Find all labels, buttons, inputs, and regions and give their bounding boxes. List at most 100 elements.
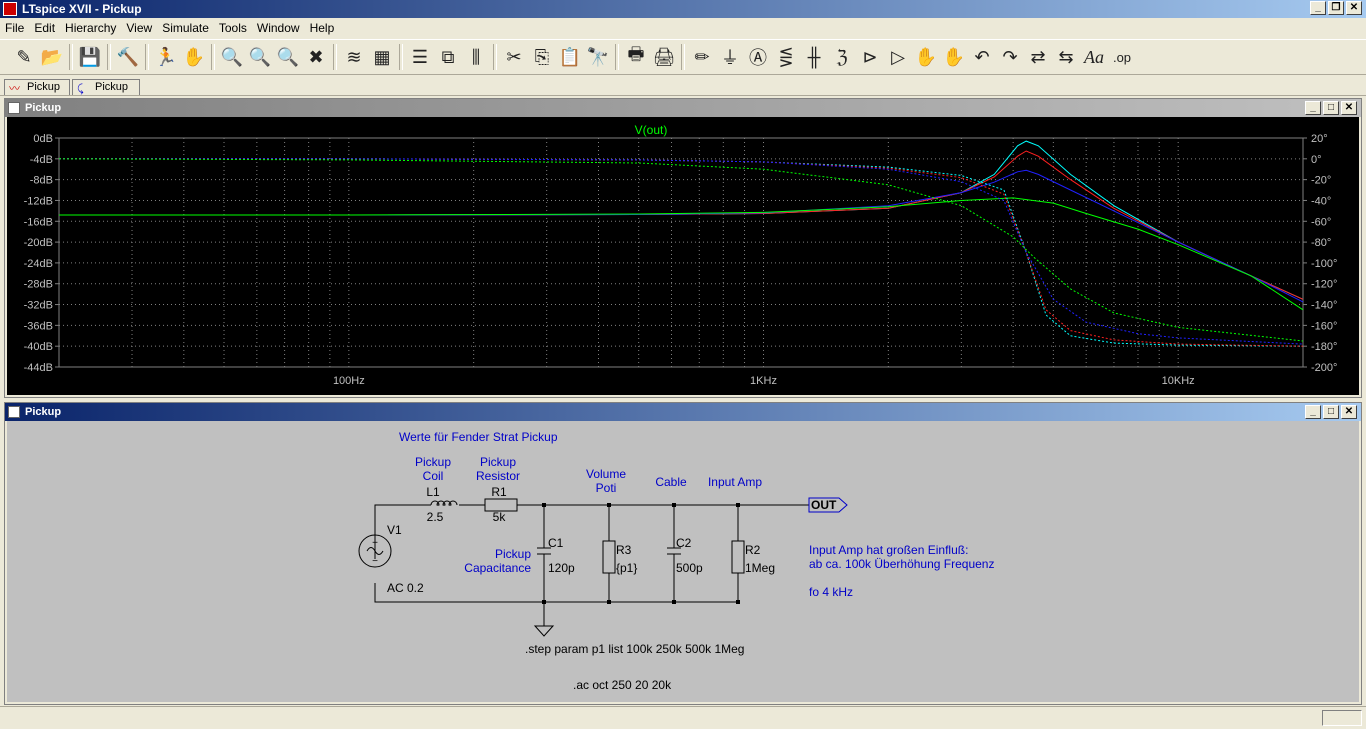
save-icon[interactable]: 💾 — [76, 43, 104, 71]
r1-value[interactable]: 5k — [493, 510, 507, 524]
cascade-icon[interactable]: ⧉ — [434, 43, 462, 71]
note-line-2[interactable]: ab ca. 100k Überhöhung Frequenz — [809, 557, 994, 571]
c1-value[interactable]: 120p — [548, 561, 575, 575]
resistor-r2-icon[interactable] — [731, 540, 745, 574]
inductor-l1-icon[interactable] — [430, 500, 458, 506]
phase-trace-4 — [59, 158, 1304, 347]
resistor-r3-icon[interactable] — [602, 540, 616, 574]
l1-name[interactable]: L1 — [426, 485, 440, 499]
schematic-maximize-button[interactable]: □ — [1323, 405, 1339, 419]
r3-name[interactable]: R3 — [616, 543, 632, 557]
undo-icon[interactable]: ↶ — [968, 43, 996, 71]
menu-window[interactable]: Window — [252, 21, 305, 35]
tab-waveform[interactable]: 〰 Pickup — [4, 79, 70, 95]
schematic-minimize-button[interactable]: _ — [1305, 405, 1321, 419]
diode-icon[interactable]: ⊳ — [856, 43, 884, 71]
plot-maximize-button[interactable]: □ — [1323, 101, 1339, 115]
label-net-icon[interactable]: Ⓐ — [744, 43, 772, 71]
restore-button[interactable]: ❐ — [1328, 1, 1344, 15]
resistor1-title-2[interactable]: Resistor — [476, 469, 520, 483]
component-icon[interactable]: ▷ — [884, 43, 912, 71]
menu-hierarchy[interactable]: Hierarchy — [60, 21, 121, 35]
schematic-canvas[interactable]: Werte für Fender Strat Pickup Pickup Coi… — [7, 421, 1359, 702]
print-preview-icon[interactable]: 🖶 — [622, 43, 650, 71]
inductor-icon[interactable]: ℨ — [828, 43, 856, 71]
control-panel-hammer-icon[interactable]: 🔨 — [114, 43, 142, 71]
volume-title-1[interactable]: Volume — [586, 467, 626, 481]
capacitor1-title-1[interactable]: Pickup — [495, 547, 531, 561]
menu-help[interactable]: Help — [305, 21, 340, 35]
note-line-3[interactable]: fo 4 kHz — [809, 585, 853, 599]
paste-icon[interactable]: 📋 — [556, 43, 584, 71]
copy-icon[interactable]: ⎘ — [528, 43, 556, 71]
zoom-cancel-icon[interactable]: ✖ — [302, 43, 330, 71]
text-icon[interactable]: Aa — [1080, 43, 1108, 71]
schematic-drawing[interactable]: Werte für Fender Strat Pickup Pickup Coi… — [7, 421, 1357, 702]
toolbar-separator — [211, 44, 215, 70]
schematic-close-button[interactable]: ✕ — [1341, 405, 1357, 419]
bode-plot[interactable]: 0dB -4dB -8dB -12dB -16dB -20dB -24dB -28dB -32d… — [7, 117, 1359, 395]
c2-value[interactable]: 500p — [676, 561, 703, 575]
grid-icon[interactable]: ▦ — [368, 43, 396, 71]
zoom-out-icon[interactable]: 🔍 — [274, 43, 302, 71]
magnitude-trace-1 — [59, 150, 1304, 300]
input-amp-title[interactable]: Input Amp — [708, 475, 762, 489]
v1-value[interactable]: AC 0.2 — [387, 581, 424, 595]
move-hand-icon[interactable]: ✋ — [912, 43, 940, 71]
inductor-title-2[interactable]: Coil — [423, 469, 444, 483]
print-icon[interactable]: 🖨 — [650, 43, 678, 71]
ac-directive[interactable]: .ac oct 250 20 20k — [573, 678, 672, 692]
cable-title[interactable]: Cable — [655, 475, 687, 489]
cut-icon[interactable]: ✂ — [500, 43, 528, 71]
minimize-button[interactable]: _ — [1310, 1, 1326, 15]
resistor1-title-1[interactable]: Pickup — [480, 455, 516, 469]
ground-icon[interactable]: ⏚ — [716, 43, 744, 71]
open-folder-icon[interactable]: 📂 — [38, 43, 66, 71]
plot-close-button[interactable]: ✕ — [1341, 101, 1357, 115]
junction-dots — [542, 503, 740, 604]
zoom-in-icon[interactable]: 🔍 — [218, 43, 246, 71]
plot-area[interactable]: 0dB -4dB -8dB -12dB -16dB -20dB -24dB -28dB -32d… — [7, 117, 1359, 395]
r1-name[interactable]: R1 — [491, 485, 507, 499]
menu-edit[interactable]: Edit — [29, 21, 60, 35]
out-net-label[interactable]: OUT — [808, 497, 848, 513]
r2-name[interactable]: R2 — [745, 543, 761, 557]
plot-minimize-button[interactable]: _ — [1305, 101, 1321, 115]
resistor-icon[interactable]: ⋚ — [772, 43, 800, 71]
drag-hand-icon[interactable]: ✋ — [940, 43, 968, 71]
capacitor-icon[interactable]: ╫ — [800, 43, 828, 71]
zoom-pan-icon[interactable]: 🔍 — [246, 43, 274, 71]
capacitor1-title-2[interactable]: Capacitance — [464, 561, 531, 575]
find-binoculars-icon[interactable]: 🔭 — [584, 43, 612, 71]
redo-icon[interactable]: ↷ — [996, 43, 1024, 71]
tile-horizontal-icon[interactable]: ☰ — [406, 43, 434, 71]
r2-value[interactable]: 1Meg — [745, 561, 775, 575]
tile-vertical-icon[interactable]: ⫼ — [462, 43, 490, 71]
rotate-icon[interactable]: ⇄ — [1024, 43, 1052, 71]
ground-icon[interactable] — [533, 625, 555, 637]
header-comment[interactable]: Werte für Fender Strat Pickup — [399, 430, 558, 444]
step-directive[interactable]: .step param p1 list 100k 250k 500k 1Meg — [525, 642, 744, 656]
draw-wire-icon[interactable]: ✏ — [688, 43, 716, 71]
inductor-title-1[interactable]: Pickup — [415, 455, 451, 469]
halt-hand-icon[interactable]: ✋ — [180, 43, 208, 71]
volume-title-2[interactable]: Poti — [596, 481, 617, 495]
spice-directive-icon[interactable]: .op — [1108, 43, 1136, 71]
voltage-source-v1-icon[interactable]: + − — [358, 534, 392, 568]
waveform-window-title: Pickup — [25, 102, 62, 114]
v1-name[interactable]: V1 — [387, 523, 402, 537]
run-icon[interactable]: 🏃 — [152, 43, 180, 71]
note-line-1[interactable]: Input Amp hat großen Einfluß: — [809, 543, 968, 557]
new-schematic-icon[interactable]: ✎ — [10, 43, 38, 71]
tab-schematic[interactable]: ⤹ Pickup — [72, 79, 140, 95]
autorange-icon[interactable]: ≋ — [340, 43, 368, 71]
menu-tools[interactable]: Tools — [214, 21, 252, 35]
l1-value[interactable]: 2.5 — [427, 510, 444, 524]
menu-file[interactable]: File — [0, 21, 29, 35]
y-tick-label-left: -28dB — [24, 279, 53, 291]
r3-value[interactable]: {p1} — [616, 561, 637, 575]
close-button[interactable]: ✕ — [1346, 1, 1362, 15]
menu-view[interactable]: View — [121, 21, 157, 35]
mirror-icon[interactable]: ⇆ — [1052, 43, 1080, 71]
menu-simulate[interactable]: Simulate — [157, 21, 214, 35]
